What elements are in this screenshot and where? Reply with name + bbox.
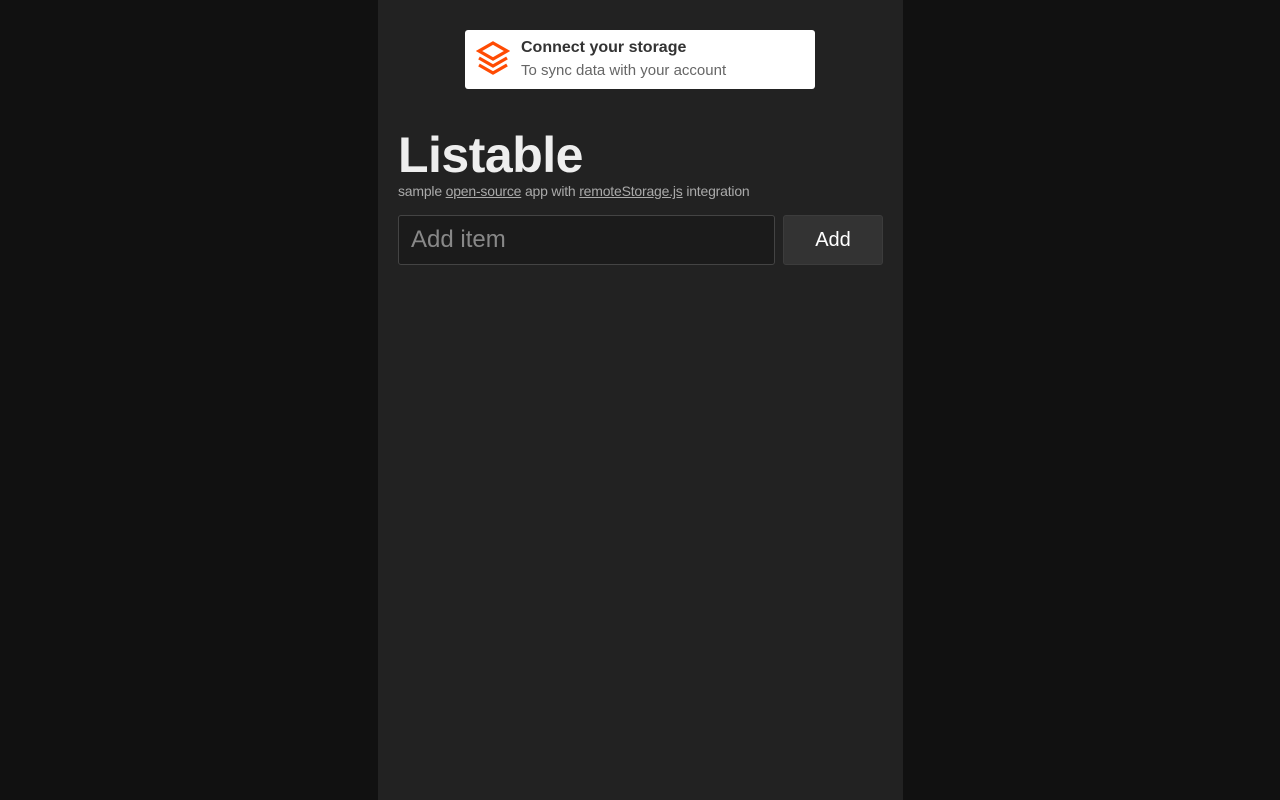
tagline-middle: app with [521,183,580,199]
add-item-form: Add [398,215,883,265]
add-button[interactable]: Add [783,215,883,265]
remotestorage-logo-icon [476,41,510,75]
app-column: Connect your storage To sync data with y… [378,0,903,800]
remotestorage-title: Connect your storage [521,39,687,56]
tagline-suffix: integration [682,183,750,199]
tagline: sample open-source app with remoteStorag… [398,183,750,199]
add-item-input[interactable] [398,215,775,265]
remotestorage-subtitle: To sync data with your account [521,62,727,79]
remotestorage-link[interactable]: remoteStorage.js [579,183,683,199]
remotestorage-widget[interactable]: Connect your storage To sync data with y… [465,30,815,89]
page-title: Listable [398,127,583,183]
open-source-link[interactable]: open-source [446,183,522,199]
tagline-prefix: sample [398,183,446,199]
